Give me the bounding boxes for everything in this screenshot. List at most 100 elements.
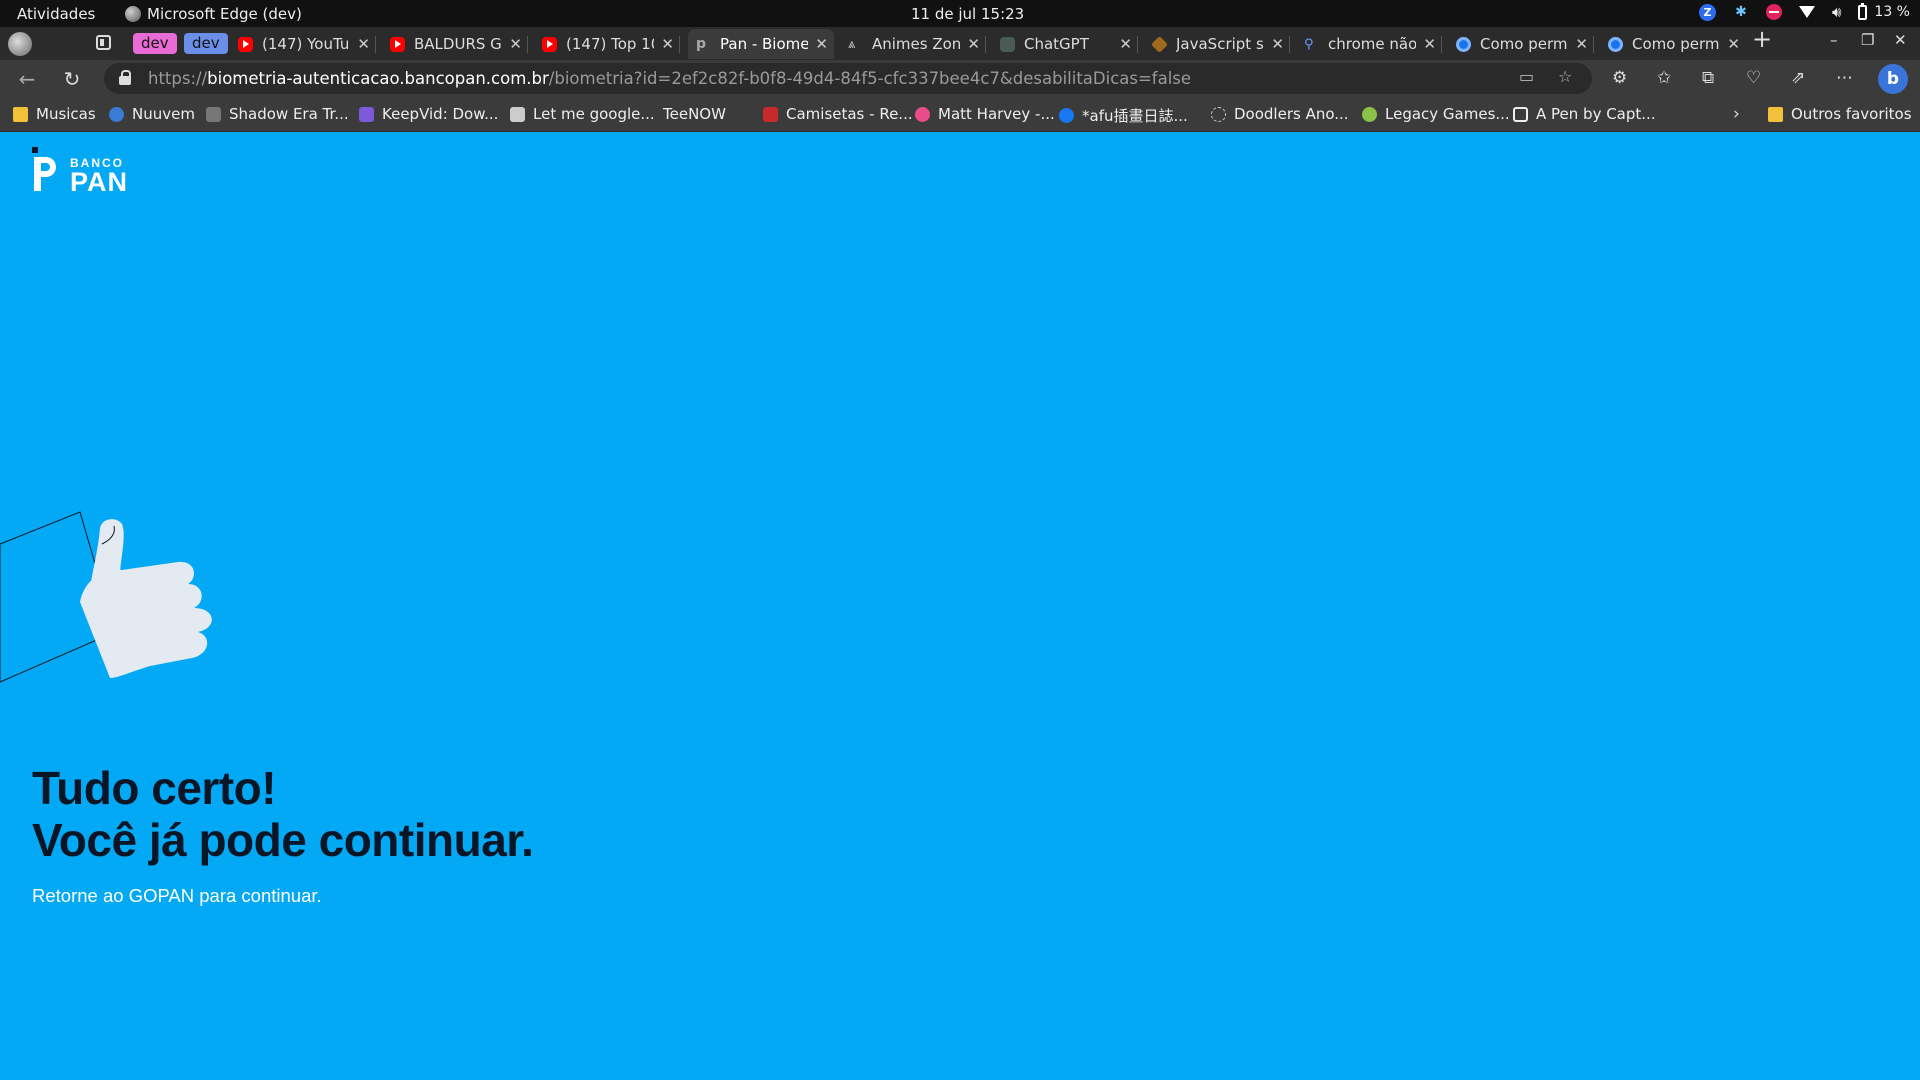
page-subtext: Retorne ao GOPAN para continuar.: [32, 885, 322, 906]
activities-button[interactable]: Atividades: [17, 5, 95, 23]
bookmark-item[interactable]: Legacy Games...: [1362, 105, 1510, 123]
battery-percentage: 13 %: [1874, 4, 1910, 20]
bookmark-item[interactable]: KeepVid: Dow...: [359, 105, 498, 123]
pan-icon: p: [696, 35, 707, 52]
collections-icon[interactable]: ⧉: [1702, 68, 1714, 88]
bookmark-item[interactable]: Camisetas - Re...: [763, 105, 913, 123]
bookmark-item[interactable]: A Pen by Capt...: [1513, 105, 1656, 123]
back-button[interactable]: ←: [14, 66, 40, 92]
new-tab-button[interactable]: +: [1752, 25, 1772, 53]
tab-chatgpt[interactable]: ChatGPT ✕: [992, 29, 1138, 59]
close-icon[interactable]: ✕: [357, 35, 370, 53]
youtube-icon: [238, 36, 253, 52]
lock-icon[interactable]: [119, 70, 131, 85]
bookmark-item[interactable]: Doodlers Ano...: [1211, 105, 1349, 123]
close-icon[interactable]: ✕: [1423, 35, 1436, 53]
close-icon[interactable]: ✕: [967, 35, 980, 53]
share-icon[interactable]: ⇗: [1791, 68, 1805, 88]
bookmark-item[interactable]: TeeNOW: [663, 105, 726, 252]
chevron-right-icon[interactable]: ›: [1733, 104, 1740, 124]
tab-javascript[interactable]: JavaScript st ✕: [1144, 29, 1290, 59]
bookmark-item[interactable]: *afu插畫日誌...: [1059, 105, 1188, 126]
bing-chat-icon[interactable]: b: [1878, 64, 1908, 94]
tab-title: Como permitir: [1480, 35, 1568, 53]
app-menu[interactable]: Microsoft Edge (dev): [125, 5, 302, 23]
bookmark-item[interactable]: Musicas: [13, 105, 96, 123]
url-host: biometria-autenticacao.bancopan.com.br: [207, 69, 549, 88]
close-icon[interactable]: ✕: [1271, 35, 1284, 53]
shirt-icon: [763, 106, 778, 122]
pan-logo-icon: [32, 147, 56, 191]
tab-group-dev-1[interactable]: dev: [133, 33, 177, 54]
tab-como-permitir-2[interactable]: Como permitir ✕: [1600, 29, 1746, 59]
bookmark-item[interactable]: Matt Harvey -...: [915, 105, 1055, 123]
bookmark-item[interactable]: Nuuvem: [109, 105, 195, 123]
tab-strip: dev dev (147) YouTube ✕ BALDURS GATE ✕ (…: [0, 25, 1920, 60]
dribbble-icon: [915, 106, 930, 122]
lmgtfy-icon: [510, 106, 525, 122]
tab-group-dev-2[interactable]: dev: [184, 33, 228, 54]
clock[interactable]: 11 de jul 15:23: [911, 5, 1024, 23]
camera-icon[interactable]: ▭: [1519, 67, 1534, 86]
chrome-icon: [1608, 36, 1623, 52]
youtube-icon: [390, 36, 405, 52]
tab-title: chrome não p: [1328, 35, 1416, 53]
heading-line-1: Tudo certo!: [32, 762, 277, 814]
search-icon: ⚲: [1304, 36, 1314, 52]
chrome-icon: [1456, 36, 1471, 52]
thumbs-up-illustration: [0, 511, 212, 683]
browser-essentials-icon[interactable]: ♡: [1746, 68, 1761, 88]
close-icon[interactable]: ✕: [1119, 35, 1132, 53]
close-icon[interactable]: ✕: [509, 35, 522, 53]
do-not-disturb-icon[interactable]: [1765, 4, 1782, 20]
cloud-icon: [109, 106, 124, 122]
battery-icon[interactable]: [1858, 2, 1868, 20]
tab-youtube-2[interactable]: (147) Top 10 ✕: [534, 29, 680, 59]
system-tray[interactable]: Z ✱ 🔊︎ 13 %: [1698, 2, 1910, 21]
tab-title: ChatGPT: [1024, 35, 1089, 53]
reload-button[interactable]: ↻: [59, 66, 85, 92]
navigation-bar: ← ↻ https://biometria-autenticacao.banco…: [0, 60, 1920, 98]
doodlers-icon: [1211, 106, 1226, 122]
tab-chrome-search[interactable]: ⚲ chrome não p ✕: [1296, 29, 1442, 59]
tab-baldurs-gate[interactable]: BALDURS GATE ✕: [382, 29, 528, 59]
tab-actions-icon[interactable]: [96, 35, 111, 50]
chatgpt-icon: [1000, 36, 1015, 52]
tab-animes-zone[interactable]: ⩓ Animes Zone ✕: [840, 29, 986, 59]
close-icon[interactable]: ✕: [1575, 35, 1588, 53]
favorite-star-icon[interactable]: ☆: [1558, 67, 1572, 86]
more-options-icon[interactable]: ⋯: [1836, 68, 1853, 88]
bookmarks-bar: Musicas Nuuvem Shadow Era Tr... KeepVid:…: [0, 98, 1920, 252]
zoom-tray-icon[interactable]: Z: [1698, 3, 1716, 21]
app-name: Microsoft Edge (dev): [147, 5, 302, 23]
banco-pan-logo[interactable]: BANCO PAN: [32, 147, 142, 197]
tab-title: Como permitir: [1632, 35, 1720, 53]
legacy-icon: [1362, 106, 1377, 122]
other-bookmarks-folder[interactable]: Outros favoritos: [1768, 105, 1912, 123]
tab-como-permitir-1[interactable]: Como permitir ✕: [1448, 29, 1594, 59]
system-top-bar: Atividades Microsoft Edge (dev) 11 de ju…: [0, 0, 1920, 27]
tab-pan-biometria[interactable]: p Pan - Biometria ✕: [688, 29, 834, 59]
bookmark-item[interactable]: Let me google...: [510, 105, 655, 123]
bookmark-item[interactable]: Shadow Era Tr...: [206, 105, 349, 123]
extensions-icon[interactable]: ⚙: [1612, 68, 1627, 88]
close-window-button[interactable]: ✕: [1894, 31, 1907, 49]
favorites-icon[interactable]: ✩: [1657, 68, 1671, 88]
minimize-button[interactable]: –: [1830, 31, 1838, 49]
tab-title: Pan - Biometria: [720, 35, 808, 53]
page-content: BANCO PAN Tudo certo! Você já pode conti…: [0, 132, 1920, 1080]
profile-avatar[interactable]: [8, 32, 32, 56]
tab-youtube-1[interactable]: (147) YouTube ✕: [230, 29, 376, 59]
folder-icon: [13, 106, 28, 122]
youtube-icon: [542, 36, 557, 52]
close-icon[interactable]: ✕: [661, 35, 674, 53]
volume-icon[interactable]: 🔊︎: [1832, 3, 1841, 21]
slack-tray-icon[interactable]: ✱: [1733, 4, 1749, 20]
address-bar[interactable]: https://biometria-autenticacao.bancopan.…: [104, 63, 1592, 94]
restore-button[interactable]: ❐: [1861, 31, 1874, 49]
javascript-icon: [1151, 35, 1168, 53]
close-icon[interactable]: ✕: [1727, 35, 1740, 53]
keepvid-icon: [359, 106, 374, 122]
close-icon[interactable]: ✕: [815, 35, 828, 53]
wifi-icon[interactable]: [1798, 6, 1815, 18]
